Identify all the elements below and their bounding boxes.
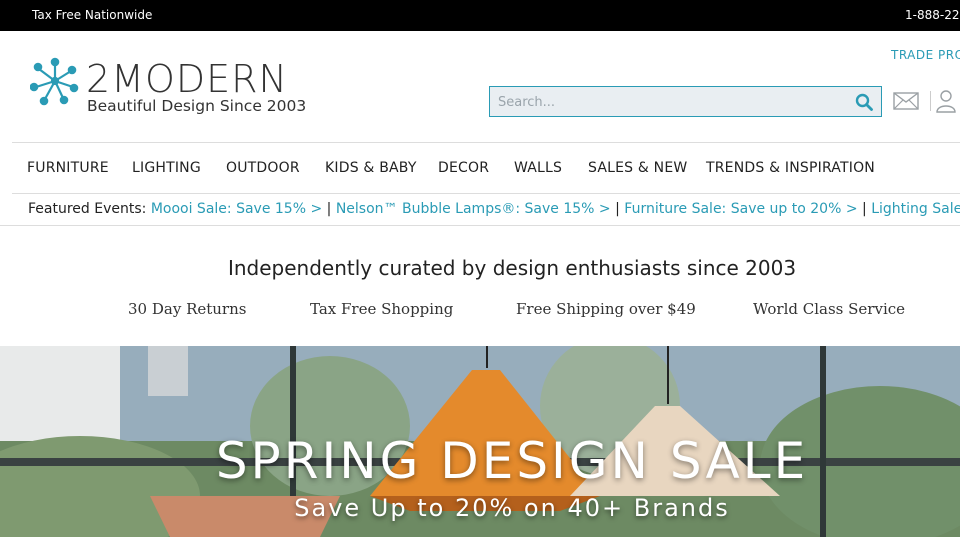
nav-item-kids-baby[interactable]: KIDS & BABY <box>325 160 417 176</box>
perk-tax-free: Tax Free Shopping <box>310 300 454 318</box>
site-tagline: Independently curated by design enthusia… <box>227 256 797 280</box>
nav-item-outdoor[interactable]: OUTDOOR <box>226 160 300 176</box>
hero-banner[interactable]: SPRING DESIGN SALE Save Up to 20% on 40+… <box>0 346 960 537</box>
trade-program-link[interactable]: TRADE PROG <box>891 48 960 62</box>
event-link-furniture[interactable]: Furniture Sale: Save up to 20% > <box>624 201 857 217</box>
search-icon[interactable] <box>855 93 873 111</box>
featured-events-bar: Featured Events: Moooi Sale: Save 15% > … <box>0 194 960 226</box>
top-bar: Tax Free Nationwide 1-888-222 <box>0 0 960 31</box>
phone-number[interactable]: 1-888-222 <box>905 8 960 22</box>
site-header: 2MODERN Beautiful Design Since 2003 TRAD… <box>0 31 960 142</box>
nav-item-decor[interactable]: DECOR <box>438 160 489 176</box>
nav-item-trends-inspiration[interactable]: TRENDS & INSPIRATION <box>706 160 875 176</box>
divider: | <box>326 201 332 217</box>
perk-returns: 30 Day Returns <box>128 300 247 318</box>
nav-item-sales-new[interactable]: SALES & NEW <box>588 160 687 176</box>
logo-mark-icon <box>30 57 79 106</box>
perk-free-shipping: Free Shipping over $49 <box>516 300 696 318</box>
divider: | <box>615 201 620 217</box>
logo[interactable]: 2MODERN Beautiful Design Since 2003 <box>30 57 320 119</box>
header-divider <box>930 91 931 111</box>
featured-events-label: Featured Events: <box>28 201 147 217</box>
event-link-moooi[interactable]: Moooi Sale: Save 15% > <box>151 201 322 217</box>
divider: | <box>862 201 867 217</box>
search-box <box>489 86 882 117</box>
hero-title: SPRING DESIGN SALE <box>215 432 809 490</box>
search-input[interactable] <box>498 92 838 112</box>
hero-subtitle: Save Up to 20% on 40+ Brands <box>294 494 730 522</box>
event-link-lighting[interactable]: Lighting Sale: Save up to 2 <box>871 201 960 217</box>
nav-item-furniture[interactable]: FURNITURE <box>27 160 109 176</box>
nav-item-lighting[interactable]: LIGHTING <box>132 160 201 176</box>
mail-icon[interactable] <box>893 91 919 111</box>
perk-service: World Class Service <box>753 300 906 318</box>
logo-tagline: Beautiful Design Since 2003 <box>87 97 307 115</box>
tax-free-notice: Tax Free Nationwide <box>32 8 153 22</box>
user-icon[interactable] <box>935 89 957 113</box>
logo-wordmark: 2MODERN <box>86 57 288 101</box>
nav-item-walls[interactable]: WALLS <box>514 160 562 176</box>
main-nav: FURNITURE LIGHTING OUTDOOR KIDS & BABY D… <box>12 142 960 194</box>
event-link-nelson[interactable]: Nelson™ Bubble Lamps®: Save 15% > <box>336 201 611 217</box>
